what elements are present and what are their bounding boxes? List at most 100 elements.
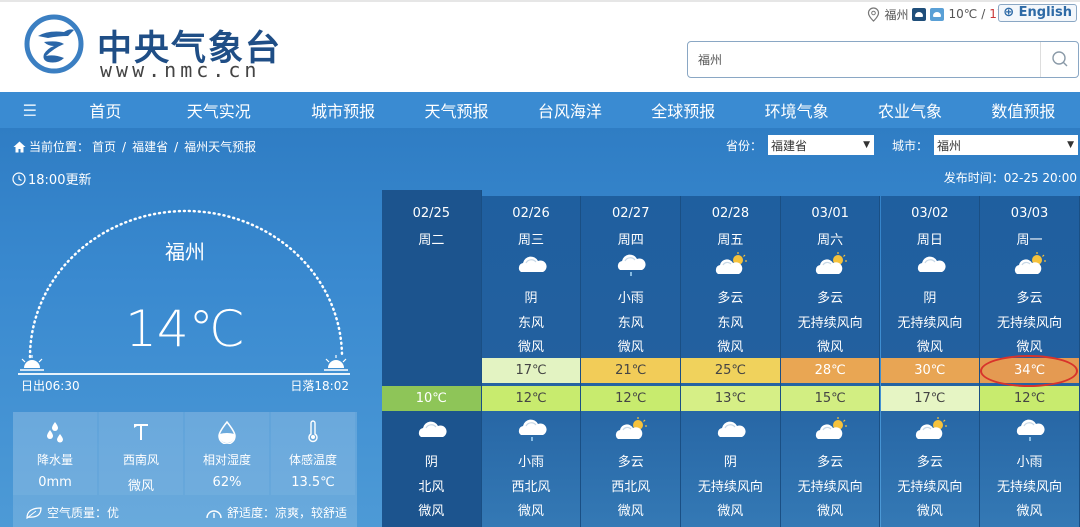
day-wind-direction: 无持续风向 <box>797 316 863 331</box>
night-wind-strength: 微风 <box>518 504 545 519</box>
english-button[interactable]: ⊕ English <box>998 4 1077 22</box>
day-weather: 阴 <box>524 291 538 306</box>
seven-day-forecast: 02/25 周二 10℃ 阴北风 微风 02/26 周三阴东风 微风 17℃ 12℃ 小雨 西北风 微风… <box>382 190 1080 527</box>
day-wind-direction: 东风 <box>617 316 644 331</box>
day-wind-strength: 微风 <box>916 340 943 355</box>
air-quality-text: 空气质量：优 <box>47 506 120 520</box>
rain-drops-icon <box>47 422 63 443</box>
day-weather: 阴 <box>923 291 937 306</box>
night-weather: 多云 <box>817 455 844 470</box>
air-quality[interactable]: 空气质量：优 <box>25 504 119 521</box>
forecast-date: 02/25 <box>412 206 451 221</box>
day-weather: 多云 <box>717 291 744 306</box>
night-cloud-icon <box>912 7 927 21</box>
night-wind-direction: 无持续风向 <box>797 480 863 495</box>
night-wind-direction: 西北风 <box>611 480 651 495</box>
forecast-weekday: 周三 <box>518 233 545 248</box>
forecast-weekday: 周一 <box>1016 233 1043 248</box>
forecast-day-column[interactable]: 02/25 周二 10℃ 阴北风 微风 <box>382 190 482 527</box>
stat-value: 0mm <box>38 475 72 490</box>
night-wind-strength: 微风 <box>1016 504 1043 519</box>
chevron-down-icon: ▼ <box>863 140 870 150</box>
night-wind-strength: 微风 <box>717 504 744 519</box>
day-weather: 小雨 <box>617 291 644 306</box>
day-wind-direction: 无持续风向 <box>897 316 963 331</box>
day-cloud-icon <box>930 7 945 21</box>
nav-item-global-forecast[interactable]: 全球预报 <box>627 98 740 122</box>
overcast-icon <box>717 421 746 437</box>
stat-label: 相对湿度 <box>202 453 251 467</box>
light-rain-icon <box>618 254 646 276</box>
city-value: 福州 <box>937 138 962 153</box>
night-weather: 小雨 <box>1016 455 1043 470</box>
partly-cloudy-icon <box>715 252 748 274</box>
province-label: 省份： <box>725 138 762 153</box>
thermometer-icon <box>308 420 318 443</box>
home-icon <box>13 141 26 152</box>
forecast-weekday: 周六 <box>817 233 844 248</box>
partly-cloudy-icon <box>815 252 847 274</box>
forecast-day-column[interactable]: 03/02 周日阴无持续风向 微风 30℃ 17℃ 多云 无持续风向 微风 <box>880 196 981 527</box>
leaf-icon <box>26 506 42 519</box>
stat-humidity: 相对湿度 62% <box>185 412 269 495</box>
temp-separator: / <box>981 7 986 21</box>
location-name[interactable]: 福州 <box>884 6 908 23</box>
highlight-annotation-circle <box>980 355 1078 387</box>
high-temperature: 30℃ <box>880 358 980 383</box>
forecast-day-column[interactable]: 02/26 周三阴东风 微风 17℃ 12℃ 小雨 西北风 微风 <box>481 196 582 527</box>
nav-item-environment[interactable]: 环境气象 <box>740 98 853 122</box>
nav-item-typhoon-ocean[interactable]: 台风海洋 <box>513 98 626 122</box>
forecast-day-column[interactable]: 02/28 周五 多云 东风 微风 25℃ 13℃ 阴无持续风向 微风 <box>681 196 781 527</box>
forecast-day-column[interactable]: 02/27 周四 小雨 东风 微风 21℃ 12℃ 多云 西北风 微风 <box>581 196 682 527</box>
logo-url[interactable]: www.nmc.cn <box>100 58 260 82</box>
nav-item-numerical[interactable]: 数值预报 <box>967 98 1080 122</box>
partly-cloudy-icon <box>1015 252 1047 274</box>
low-temperature: 17℃ <box>880 386 980 411</box>
nav-item-home[interactable]: 首页 <box>60 98 151 122</box>
low-temperature: 12℃ <box>980 386 1079 411</box>
search-input[interactable] <box>688 42 1038 77</box>
forecast-date: 02/27 <box>612 206 650 221</box>
breadcrumb: 当前位置： 首页 / 福建省 / 福州天气预报 <box>13 138 256 155</box>
nav-item-agriculture[interactable]: 农业气象 <box>853 98 966 122</box>
stat-label: 体感温度 <box>288 453 337 467</box>
forecast-weekday: 周日 <box>916 233 943 248</box>
nav-item-weather-forecast[interactable]: 天气预报 <box>400 98 513 122</box>
nav-item-observations[interactable]: 天气实况 <box>151 98 286 122</box>
breadcrumb-home[interactable]: 首页 <box>92 138 116 155</box>
forecast-day-column[interactable]: 03/01 周六 多云 无持续风向 微风 28℃ 15℃ 多云 无持续风向 微风 <box>780 196 881 527</box>
stat-value: 微风 <box>127 479 154 494</box>
wind-vane-icon <box>134 424 148 440</box>
night-wind-direction: 无持续风向 <box>897 480 963 495</box>
search-icon <box>1052 51 1068 67</box>
location-pin-icon <box>868 6 880 22</box>
current-weather-summary: 福州 10℃ / 17℃ <box>867 5 1018 23</box>
night-wind-direction: 无持续风向 <box>697 480 763 495</box>
day-wind-strength: 微风 <box>617 340 644 355</box>
day-wind-strength: 微风 <box>518 340 545 355</box>
night-wind-direction: 西北风 <box>511 480 551 495</box>
breadcrumb-current: 福州天气预报 <box>184 140 257 154</box>
nmc-logo-icon[interactable] <box>24 14 84 74</box>
stat-label: 降水量 <box>36 453 73 467</box>
menu-icon[interactable]: ☰ <box>0 101 60 120</box>
english-label: English <box>1018 5 1072 20</box>
night-weather: 多云 <box>916 455 943 470</box>
city-select[interactable]: 福州 ▼ <box>934 135 1078 155</box>
main-content: 当前位置： 首页 / 福建省 / 福州天气预报 省份： 福建省 ▼ 城市： 福州 ▼… <box>0 128 1080 527</box>
low-temperature: 10℃ <box>382 386 481 411</box>
nav-item-city-forecast[interactable]: 城市预报 <box>286 98 399 122</box>
partly-cloudy-icon <box>616 417 648 439</box>
low-temperature: 15℃ <box>780 386 880 411</box>
partly-cloudy-icon <box>815 417 847 439</box>
search-button[interactable] <box>1040 42 1078 77</box>
current-city: 福州 <box>165 240 205 264</box>
gauge-icon <box>206 509 222 518</box>
breadcrumb-province[interactable]: 福建省 <box>132 138 168 155</box>
low-temperature: 13℃ <box>681 386 780 411</box>
overcast-icon <box>917 256 946 272</box>
forecast-date: 02/26 <box>512 206 550 221</box>
night-wind-strength: 微风 <box>916 504 943 519</box>
location-selectors: 省份： 福建省 ▼ 城市： 福州 ▼ <box>726 135 1078 155</box>
province-select[interactable]: 福建省 ▼ <box>767 135 874 155</box>
